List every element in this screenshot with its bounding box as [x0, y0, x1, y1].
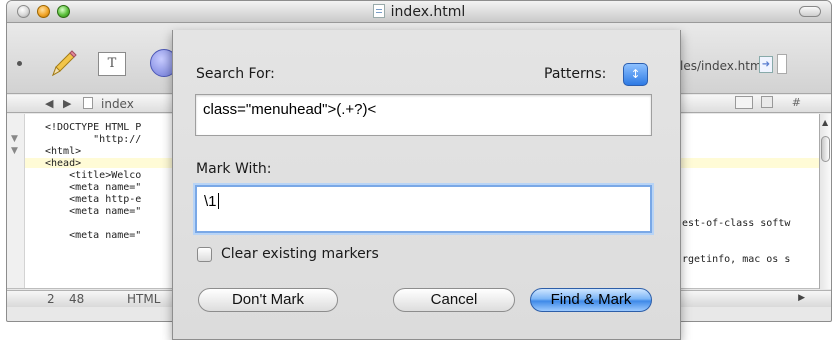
code-fragment: est-of-class softw: [682, 218, 791, 229]
forward-arrow-icon[interactable]: ▶: [63, 97, 71, 110]
text-cursor: [217, 193, 219, 209]
title-bar: index.html: [7, 1, 831, 23]
file-icon: [83, 97, 93, 109]
toolbar-menu-icon[interactable]: [17, 61, 22, 66]
column-number: 48: [69, 292, 85, 306]
fold-arrow-icon[interactable]: ▼: [11, 134, 18, 144]
code-fragment: rgetinfo, mac os s: [682, 254, 791, 265]
dont-mark-button[interactable]: Don't Mark: [198, 288, 338, 312]
patterns-popup-button[interactable]: ↕: [623, 63, 648, 86]
mark-with-field[interactable]: \1: [195, 185, 652, 233]
search-for-label: Search For:: [196, 66, 275, 82]
code-line: <meta name=": [45, 206, 142, 217]
line-gutter: ▼ ▼: [7, 114, 25, 288]
patterns-label: Patterns:: [544, 66, 607, 82]
code-line: <!DOCTYPE HTML P: [45, 122, 142, 133]
code-line: <title>Welco: [45, 170, 142, 181]
file-path-text: les/index.html: [680, 59, 765, 73]
text-options-button[interactable]: T: [98, 52, 126, 76]
search-field[interactable]: class="menuhead">(.+?)<: [195, 94, 652, 136]
code-line: "http://: [45, 134, 142, 145]
window-title-area: index.html: [7, 4, 831, 20]
search-field-value: class="menuhead">(.+?)<: [203, 101, 377, 118]
fold-arrow-icon[interactable]: ▼: [11, 146, 18, 156]
navigate-arrow-icon[interactable]: ➜: [759, 56, 773, 73]
file-name-popup[interactable]: index: [101, 97, 134, 111]
cancel-button[interactable]: Cancel: [393, 288, 515, 312]
scroll-thumb[interactable]: [821, 136, 830, 162]
toolbar-toggle-button[interactable]: [799, 6, 821, 17]
mark-with-label: Mark With:: [196, 161, 272, 177]
find-and-mark-sheet: Search For: Patterns: ↕ class="menuhead"…: [172, 30, 681, 340]
code-line: <meta http-e: [45, 194, 142, 205]
text-options-label: T: [107, 56, 117, 71]
syntax-mode-popup[interactable]: HTML: [127, 292, 160, 306]
clear-markers-label[interactable]: Clear existing markers: [221, 246, 379, 262]
split-view-icon[interactable]: [761, 96, 773, 108]
line-number: 2: [47, 292, 55, 306]
code-line: <head>: [45, 158, 82, 169]
mark-with-field-value: \1: [204, 193, 217, 210]
vertical-scrollbar[interactable]: ▲: [819, 114, 831, 289]
clear-markers-checkbox[interactable]: [197, 247, 212, 262]
marker-menu[interactable]: #: [792, 96, 801, 109]
pencil-icon[interactable]: [47, 48, 79, 80]
function-menu-icon[interactable]: [735, 96, 753, 109]
back-arrow-icon[interactable]: ◀: [45, 97, 53, 110]
code-line: <html>: [45, 146, 82, 157]
window-title: index.html: [390, 4, 466, 20]
side-panel-icon[interactable]: [777, 54, 787, 74]
scroll-right-arrow-icon[interactable]: ▶: [798, 293, 805, 303]
code-line: <meta name=": [45, 182, 142, 193]
scroll-up-arrow-icon[interactable]: ▲: [822, 118, 828, 127]
html-document-icon: [372, 4, 385, 18]
find-and-mark-button[interactable]: Find & Mark: [530, 288, 652, 312]
code-line: <meta name=": [45, 230, 142, 241]
